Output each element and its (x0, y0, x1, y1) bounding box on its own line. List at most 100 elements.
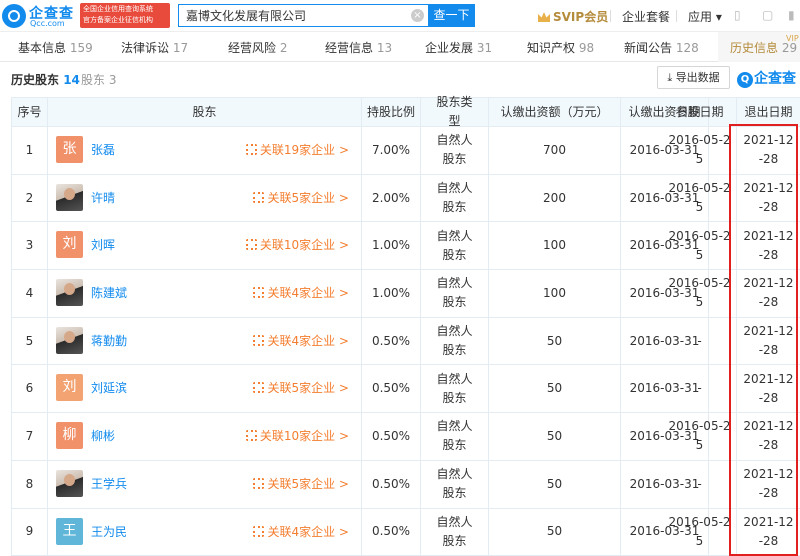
relation-icon (253, 477, 265, 489)
qcc-icon: Q (737, 72, 753, 88)
relation-icon (245, 430, 257, 442)
col-header: 股东 (48, 98, 362, 126)
avatar[interactable] (56, 183, 83, 211)
shareholder-name-link[interactable]: 王学兵 (91, 475, 127, 494)
shareholder-name-link[interactable]: 柳彬 (91, 427, 115, 446)
user-icon[interactable]: ▮ (788, 8, 795, 22)
avatar[interactable]: 柳 (56, 422, 83, 450)
shareholder-cell: 刘刘延滨 关联5家企业 > (48, 365, 362, 413)
avatar[interactable] (56, 279, 83, 307)
tab-history-shareholders[interactable]: 历史股东 14 (11, 71, 80, 88)
tab-count: 29 (781, 41, 798, 55)
shareholder-name-link[interactable]: 刘晖 (91, 236, 115, 255)
shareholder-name-link[interactable]: 陈建斌 (91, 284, 127, 303)
related-companies-link[interactable]: 关联5家企业 > (253, 379, 349, 398)
subscribed-amount: 100 (489, 270, 621, 317)
avatar[interactable] (56, 469, 83, 497)
row-number: 7 (11, 413, 48, 460)
exit-date: 2021-12-28 (743, 276, 794, 310)
related-companies-link[interactable]: 关联5家企业 > (253, 189, 349, 208)
related-label: 关联5家企业 > (267, 190, 349, 205)
shareholder-name-link[interactable]: 刘延滨 (91, 379, 127, 398)
row-number: 6 (11, 365, 48, 413)
clear-icon[interactable]: × (411, 9, 424, 22)
col-header[interactable]: 认缴出资额（万元） (489, 98, 621, 126)
table-header: 序号 股东 持股比例 股东类型 认缴出资额（万元） 认缴出资日期 参股日期 退出… (11, 95, 800, 128)
col-header: 股东类型 (421, 95, 489, 128)
avatar[interactable] (56, 326, 83, 354)
tab-basic-info[interactable]: 基本信息 159 (18, 39, 93, 56)
table-row: 9 王王为民 关联4家企业 >0.50% 自然人股东 50 2016-03-31 2016-… (11, 508, 800, 556)
table-row: 4 陈建斌 关联4家企业 >1.00% 自然人股东 100 2016-03-31 2016-… (11, 270, 800, 318)
related-companies-link[interactable]: 关联4家企业 > (253, 332, 349, 351)
message-icon[interactable]: ▢ (762, 8, 773, 22)
tab-count: 17 (172, 41, 189, 55)
subtab-count: 14 (63, 73, 80, 87)
shareholder-type: 自然人股东 (421, 508, 489, 556)
related-companies-link[interactable]: 关联4家企业 > (253, 523, 349, 542)
tab-legal[interactable]: 法律诉讼 17 (121, 39, 188, 56)
enterprise-package-link[interactable]: 企业套餐 (622, 8, 670, 25)
col-header[interactable]: 持股比例 (362, 98, 421, 126)
table-row: 7 柳柳彬 关联10家企业 >0.50% 自然人股东 50 2016-03-31 2016-… (11, 413, 800, 461)
tab-operating-info[interactable]: 经营信息 13 (325, 39, 392, 56)
table-row: 5 蒋勤勤 关联4家企业 >0.50% 自然人股东 50 2016-03-31-2021-… (11, 317, 800, 366)
section-header: 历史股东 14 股东 3 ⤓ 导出数据 Q 企查查 (0, 62, 800, 94)
qcc-logo-icon (2, 4, 26, 28)
subscribed-amount: 50 (489, 460, 621, 508)
shareholder-name-link[interactable]: 王为民 (91, 523, 127, 542)
join-date: 2016-05-25 (663, 127, 737, 174)
avatar[interactable]: 王 (56, 517, 83, 545)
share-ratio: 0.50% (362, 317, 421, 365)
tab-operating-risk[interactable]: 经营风险 2 (228, 39, 287, 56)
export-label: 导出数据 (675, 71, 720, 84)
related-companies-link[interactable]: 关联5家企业 > (253, 475, 349, 494)
shareholder-cell: 许晴 关联5家企业 > (48, 174, 362, 222)
tab-development[interactable]: 企业发展 31 (425, 39, 492, 56)
export-button[interactable]: ⤓ 导出数据 (657, 66, 730, 89)
share-ratio: 0.50% (362, 413, 421, 460)
subscribed-amount: 50 (489, 413, 621, 460)
join-date: 2016-05-25 (663, 270, 737, 317)
tab-label: 基本信息 (18, 41, 67, 55)
shareholder-type: 自然人股东 (421, 270, 489, 317)
tab-ip[interactable]: 知识产权 98 (527, 39, 594, 56)
shareholder-type: 自然人股东 (421, 413, 489, 460)
related-companies-link[interactable]: 关联4家企业 > (253, 284, 349, 303)
search-input[interactable] (179, 5, 409, 26)
related-label: 关联10家企业 > (259, 429, 349, 444)
related-companies-link[interactable]: 关联19家企业 > (245, 141, 349, 160)
row-number: 8 (11, 460, 48, 508)
tab-shareholders[interactable]: 股东 3 (81, 71, 116, 88)
related-label: 关联10家企业 > (259, 238, 349, 253)
avatar[interactable]: 张 (56, 136, 83, 163)
col-header[interactable]: 退出日期 (737, 98, 800, 126)
top-bar: 企查查 Qcc.com 全国企业信用查询系统 官方备案企业征信机构 × 查一下 … (0, 0, 800, 32)
exit-date: 2021-12-28 (743, 514, 794, 548)
tab-label: 经营风险 (228, 41, 277, 55)
subscribed-amount: 200 (489, 174, 621, 222)
shareholder-table: 序号 股东 持股比例 股东类型 认缴出资额（万元） 认缴出资日期 参股日期 退出… (11, 95, 800, 556)
apps-menu[interactable]: 应用 ▾ (688, 8, 722, 25)
subtab-count: 3 (108, 73, 117, 87)
shareholder-name-link[interactable]: 蒋勤勤 (91, 332, 127, 351)
avatar[interactable]: 刘 (56, 231, 83, 259)
col-header[interactable]: 参股日期 (663, 98, 737, 126)
shareholder-name-link[interactable]: 许晴 (91, 189, 115, 208)
mobile-icon[interactable]: ▯ (734, 8, 741, 22)
table-row: 8 王学兵 关联5家企业 >0.50% 自然人股东 50 2016-03-31-2021-… (11, 460, 800, 509)
shareholder-type: 自然人股东 (421, 365, 489, 413)
row-number: 3 (11, 222, 48, 270)
relation-icon (253, 525, 265, 537)
qcc-logo[interactable]: 企查查 Qcc.com (0, 3, 78, 29)
shareholder-name-link[interactable]: 张磊 (91, 141, 115, 160)
join-date: 2016-05-25 (663, 174, 737, 222)
svip-link[interactable]: SVIP会员 (538, 8, 608, 25)
tab-news[interactable]: 新闻公告 128 (624, 39, 699, 56)
avatar[interactable]: 刘 (56, 374, 83, 402)
search-button[interactable]: 查一下 (428, 4, 475, 27)
related-companies-link[interactable]: 关联10家企业 > (245, 427, 349, 446)
subscribed-amount: 700 (489, 127, 621, 174)
related-companies-link[interactable]: 关联10家企业 > (245, 236, 349, 255)
tab-label: 新闻公告 (624, 41, 673, 55)
